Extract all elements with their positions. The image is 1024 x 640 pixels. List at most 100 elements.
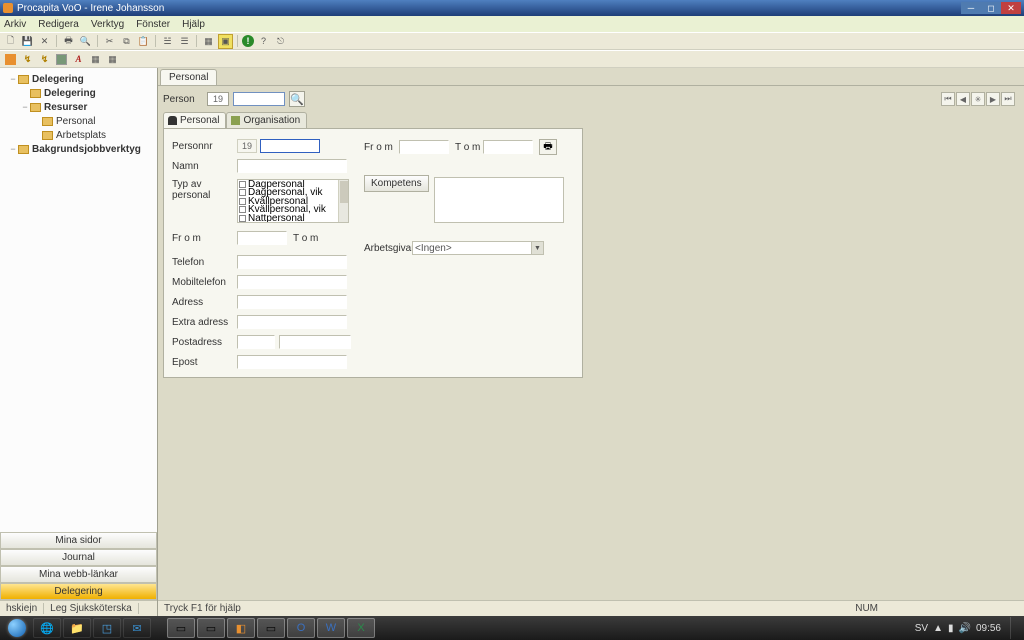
menu-verktyg[interactable]: Verktyg — [91, 19, 124, 30]
menu-fonster[interactable]: Fönster — [136, 19, 170, 30]
arbetsgivare-select[interactable]: <Ingen> ▼ — [412, 241, 544, 255]
menu-redigera[interactable]: Redigera — [38, 19, 79, 30]
taskbar-item-word[interactable]: W — [317, 618, 345, 638]
document-tab-personal[interactable]: Personal — [160, 69, 217, 85]
tree-arbetsplats[interactable]: Arbetsplats — [56, 130, 106, 141]
cut-icon[interactable]: ✂ — [102, 34, 117, 49]
window-title: Procapita VoO - Irene Johansson — [17, 3, 961, 14]
postnr-input[interactable] — [237, 335, 275, 349]
window-close-button[interactable]: ✕ — [1001, 2, 1021, 14]
print-dates-button[interactable]: 🖶 — [539, 139, 557, 155]
from-input[interactable] — [237, 231, 287, 245]
app-icon — [3, 3, 13, 13]
sidebar-btn-webblankar[interactable]: Mina webb-länkar — [0, 566, 157, 583]
paste-icon[interactable]: 📋 — [136, 34, 151, 49]
tool-icon-2[interactable]: ☰ — [177, 34, 192, 49]
nav-next-button[interactable]: ▶ — [986, 92, 1000, 106]
tray-clock[interactable]: 09:56 — [976, 624, 1001, 633]
status-help: Tryck F1 för hjälp — [164, 603, 241, 614]
person-prefix: 19 — [207, 92, 229, 106]
extraadress-input[interactable] — [237, 315, 347, 329]
subtab-personal[interactable]: Personal — [163, 112, 226, 128]
menu-arkiv[interactable]: Arkiv — [4, 19, 26, 30]
new-icon[interactable]: 🗋 — [3, 34, 18, 49]
nav-first-button[interactable]: ⏮ — [941, 92, 955, 106]
navigation-tree[interactable]: −Delegering Delegering −Resurser Persona… — [0, 68, 157, 532]
kompetens-button[interactable]: Kompetens — [364, 175, 429, 192]
workspace: Personal Person 19 🔍 ⏮ ◀ ✳ ▶ ⏭ Personal — [158, 68, 1024, 616]
preview-icon[interactable]: 🔍 — [78, 34, 93, 49]
taskbar-item-app1[interactable]: ◳ — [93, 618, 121, 638]
start-button[interactable] — [2, 617, 32, 639]
nav-last-button[interactable]: ⏭ — [1001, 92, 1015, 106]
system-tray[interactable]: SV ▲ ▮ 🔊 09:56 — [915, 617, 1022, 639]
tree-bakgrund[interactable]: Bakgrundsjobbverktyg — [32, 144, 141, 155]
kompetens-area[interactable] — [434, 177, 564, 223]
lbl-from2: Fr o m — [364, 142, 399, 153]
typ-scrollbar[interactable] — [338, 180, 348, 222]
taskbar-item-running4[interactable]: ▭ — [257, 618, 285, 638]
postort-input[interactable] — [279, 335, 351, 349]
grid2-icon[interactable]: ▦ — [88, 52, 103, 67]
from2-input[interactable] — [399, 140, 449, 154]
tray-lang[interactable]: SV — [915, 623, 928, 634]
window-maximize-button[interactable]: ◻ — [981, 2, 1001, 14]
adress-input[interactable] — [237, 295, 347, 309]
person-number-input[interactable] — [233, 92, 285, 106]
tree-delegering[interactable]: Delegering — [44, 88, 96, 99]
tree-root[interactable]: Delegering — [32, 74, 84, 85]
sidebar-btn-journal[interactable]: Journal — [0, 549, 157, 566]
lightning-icon-2[interactable]: ↯ — [37, 52, 52, 67]
arbetsgivare-value: <Ingen> — [415, 243, 452, 254]
grid-icon[interactable] — [56, 54, 67, 65]
menu-hjalp[interactable]: Hjälp — [182, 19, 205, 30]
status-user: hskiejn — [0, 603, 44, 614]
taskbar-item-running3[interactable]: ◧ — [227, 618, 255, 638]
copy-icon[interactable]: ⧉ — [119, 34, 134, 49]
save-icon[interactable]: 💾 — [20, 34, 35, 49]
sidebar-btn-delegering[interactable]: Delegering — [0, 583, 157, 600]
show-desktop-button[interactable] — [1010, 617, 1018, 639]
epost-input[interactable] — [237, 355, 347, 369]
person-icon — [168, 116, 177, 125]
tool-icon-3[interactable]: ▦ — [201, 34, 216, 49]
taskbar-item-excel[interactable]: X — [347, 618, 375, 638]
typ-listbox[interactable]: Dagpersonal Dagpersonal, vik Kvällperson… — [237, 179, 349, 223]
script-a-icon[interactable]: A — [71, 52, 86, 67]
lightning-icon-1[interactable]: ↯ — [20, 52, 35, 67]
print-icon[interactable]: 🖶 — [61, 34, 76, 49]
taskbar-item-app2[interactable]: ✉ — [123, 618, 151, 638]
personal-form-panel: Personnr 19 Namn Typ av personal Dagpers… — [163, 128, 583, 378]
tom2-input[interactable] — [483, 140, 533, 154]
person-search-button[interactable]: 🔍 — [289, 91, 305, 107]
info-icon[interactable]: ! — [242, 35, 254, 47]
grid3-icon[interactable]: ▦ — [105, 52, 120, 67]
help-icon[interactable]: ? — [256, 34, 271, 49]
tree-personal[interactable]: Personal — [56, 116, 95, 127]
sidebar-btn-mina-sidor[interactable]: Mina sidor — [0, 532, 157, 549]
exit-icon[interactable]: ⎋ — [273, 34, 288, 49]
taskbar-item-running1[interactable]: ▭ — [167, 618, 195, 638]
delete-icon[interactable]: ✕ — [37, 34, 52, 49]
taskbar-item-explorer[interactable]: 📁 — [63, 618, 91, 638]
taskbar-item-outlook[interactable]: O — [287, 618, 315, 638]
mobiltelefon-input[interactable] — [237, 275, 347, 289]
nav-prev-button[interactable]: ◀ — [956, 92, 970, 106]
lbl-epost: Epost — [172, 357, 237, 368]
window-minimize-button[interactable]: ─ — [961, 2, 981, 14]
orange-box-icon[interactable] — [5, 54, 16, 65]
taskbar-item-running2[interactable]: ▭ — [197, 618, 225, 638]
tool-icon-1[interactable]: ☱ — [160, 34, 175, 49]
chevron-down-icon: ▼ — [531, 242, 543, 254]
subtab-organisation[interactable]: Organisation — [226, 112, 307, 128]
taskbar-item-ie[interactable]: 🌐 — [33, 618, 61, 638]
nav-new-button[interactable]: ✳ — [971, 92, 985, 106]
personnr-input[interactable] — [260, 139, 320, 153]
telefon-input[interactable] — [237, 255, 347, 269]
lbl-tom-inline: T o m — [293, 233, 321, 244]
main-toolbar: 🗋 💾 ✕ 🖶 🔍 ✂ ⧉ 📋 ☱ ☰ ▦ ▣ ! ? ⎋ — [0, 32, 1024, 50]
namn-input[interactable] — [237, 159, 347, 173]
typ-opt-4[interactable]: Nattpersonal — [248, 213, 305, 223]
tree-resurser[interactable]: Resurser — [44, 102, 87, 113]
tool-icon-4[interactable]: ▣ — [218, 34, 233, 49]
